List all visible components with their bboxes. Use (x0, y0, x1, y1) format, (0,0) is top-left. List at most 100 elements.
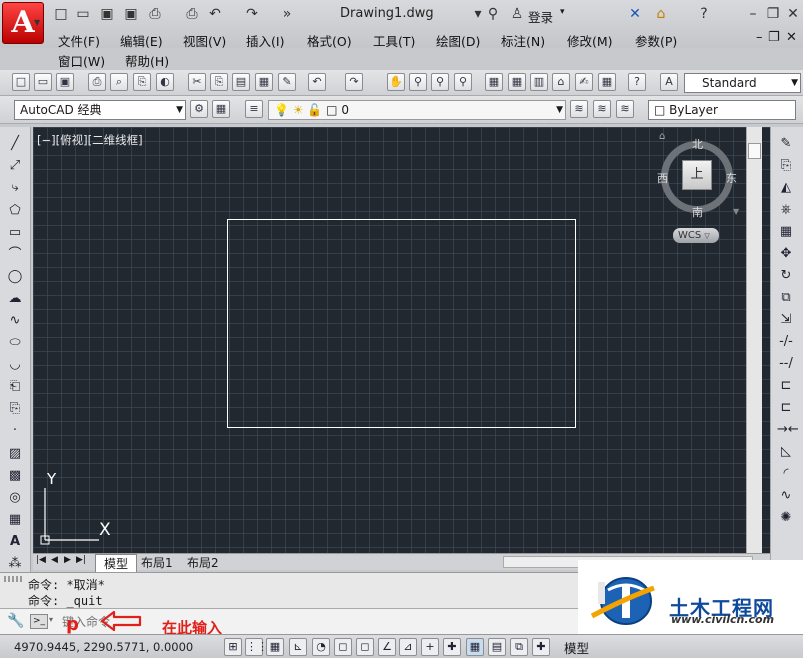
doc-restore-icon[interactable]: ❐ (768, 30, 780, 45)
preview-icon[interactable]: ⌕ (110, 73, 128, 91)
multiline-text-icon[interactable]: A (6, 533, 24, 551)
open-icon[interactable]: ▭ (34, 73, 52, 91)
array-icon[interactable]: ▦ (777, 223, 795, 241)
more-commands-icon[interactable]: » (278, 5, 296, 23)
command-prompt-icon[interactable]: >_ (30, 614, 48, 629)
text-style-combo[interactable]: Standard ▼ (684, 73, 801, 93)
transparency-icon[interactable]: ▦ (466, 638, 484, 656)
publish-icon[interactable]: ⎘ (133, 73, 151, 91)
calculator-icon[interactable]: ▦ (598, 73, 616, 91)
help-icon[interactable]: ? (695, 5, 713, 23)
restore-window-icon[interactable]: ❐ (764, 5, 782, 23)
drawing-canvas[interactable]: [−][俯视][二维线框] ⌂ 上 北 南 东 西 ▼ WCS ▽ Y X (33, 127, 770, 553)
tab-model[interactable]: 模型 (95, 554, 138, 573)
save-as-icon[interactable]: ▣ (122, 5, 140, 23)
undo-icon[interactable]: ↶ (206, 5, 224, 23)
rectangle-icon[interactable]: ▭ (6, 224, 24, 242)
zoom-realtime-icon[interactable]: ⚲ (409, 73, 427, 91)
layer-combo[interactable]: 💡 ☀ 🔓 □ 0 ▼ (268, 100, 566, 120)
insert-block-icon[interactable]: ⎗ (6, 378, 24, 396)
tool-palettes-icon[interactable]: ▥ (530, 73, 548, 91)
close-window-icon[interactable]: ✕ (784, 5, 802, 23)
circle-icon[interactable]: ◯ (6, 268, 24, 286)
wcs-menu[interactable]: WCS ▽ (673, 228, 719, 243)
doc-close-icon[interactable]: ✕ (786, 30, 797, 45)
viewcube-north-label[interactable]: 北 (692, 136, 703, 152)
help-icon[interactable]: ? (628, 73, 646, 91)
menu-parameter[interactable]: 参数(P) (635, 31, 677, 50)
selection-cycling-icon[interactable]: ⧉ (510, 638, 528, 656)
arc-icon[interactable]: ⌒ (6, 246, 24, 264)
gradient-icon[interactable]: ▩ (6, 467, 24, 485)
binoculars-icon[interactable]: ⚲ (484, 5, 502, 23)
region-icon[interactable]: ◎ (6, 489, 24, 507)
menu-help[interactable]: 帮助(H) (125, 51, 169, 70)
zoom-window-icon[interactable]: ⚲ (431, 73, 449, 91)
construction-line-icon[interactable]: ⤢ (6, 157, 24, 175)
erase-icon[interactable]: ✎ (777, 135, 795, 153)
qnew-icon[interactable]: □ (12, 73, 30, 91)
make-current-layer-icon[interactable]: ≋ (570, 100, 588, 118)
viewcube-top-face[interactable]: 上 (682, 160, 712, 190)
block-editor-icon[interactable]: ✎ (278, 73, 296, 91)
login-link[interactable]: 登录 (528, 7, 553, 26)
menu-view[interactable]: 视图(V) (183, 31, 226, 50)
menu-tools[interactable]: 工具(T) (373, 31, 415, 50)
grid-display-icon[interactable]: ▦ (266, 638, 284, 656)
make-block-icon[interactable]: ⎘ (6, 400, 24, 418)
open-file-icon[interactable]: ▭ (74, 5, 92, 23)
chamfer-icon[interactable]: ◺ (777, 443, 795, 461)
layer-properties-icon[interactable]: ≡ (245, 100, 263, 118)
viewcube-menu-icon[interactable]: ▼ (733, 207, 739, 216)
login-dropdown-icon[interactable]: ▾ (560, 7, 565, 17)
plot-icon[interactable]: ⎙ (88, 73, 106, 91)
polygon-icon[interactable]: ⬠ (6, 202, 24, 220)
coordinates-readout[interactable]: 4970.9445, 2290.5771, 0.0000 (14, 640, 193, 654)
new-file-icon[interactable]: □ (52, 5, 70, 23)
print-icon[interactable]: ⎙ (183, 5, 201, 23)
blend-curves-icon[interactable]: ∿ (777, 487, 795, 505)
exchange-icon[interactable]: ✕ (626, 5, 644, 23)
paste-icon[interactable]: ▤ (232, 73, 250, 91)
dynamic-input-icon[interactable]: + (421, 638, 439, 656)
quick-properties-icon[interactable]: ▤ (488, 638, 506, 656)
match-prop-icon[interactable]: ▦ (255, 73, 273, 91)
viewcube-east-label[interactable]: 东 (726, 170, 737, 186)
move-icon[interactable]: ✥ (777, 245, 795, 263)
user-icon[interactable]: ♙ (508, 5, 526, 23)
object-snap-icon[interactable]: ◻ (334, 638, 352, 656)
save-icon[interactable]: ▣ (56, 73, 74, 91)
menu-format[interactable]: 格式(O) (307, 31, 352, 50)
tab-layout1[interactable]: 布局1 (137, 554, 177, 571)
markup-icon[interactable]: ✍ (575, 73, 593, 91)
doc-minimize-icon[interactable]: – (756, 30, 763, 45)
next-tab-arrow-icon[interactable]: ▶ (64, 555, 71, 565)
annotation-monitor-icon[interactable]: ✚ (532, 638, 550, 656)
revision-cloud-icon[interactable]: ☁ (6, 290, 24, 308)
copy-icon[interactable]: ⎘ (210, 73, 228, 91)
sheet-set-icon[interactable]: ⌂ (552, 73, 570, 91)
grip-handle[interactable] (4, 576, 24, 582)
join-icon[interactable]: →← (777, 421, 799, 439)
add-selected-icon[interactable]: ⁂ (6, 555, 24, 573)
scale-icon[interactable]: ⧉ (777, 289, 795, 307)
text-style-icon[interactable]: A (660, 73, 678, 91)
layer-match-icon[interactable]: ≋ (616, 100, 634, 118)
prev-tab-arrow-icon[interactable]: ◀ (51, 555, 58, 565)
viewport-controls-label[interactable]: [−][俯视][二维线框] (37, 132, 143, 148)
design-center-icon[interactable]: ▦ (508, 73, 526, 91)
dynamic-ucs-icon[interactable]: ⊿ (399, 638, 417, 656)
properties-icon[interactable]: ▦ (485, 73, 503, 91)
menu-window[interactable]: 窗口(W) (58, 51, 105, 70)
drawn-rectangle[interactable] (227, 219, 576, 428)
menu-insert[interactable]: 插入(I) (246, 31, 284, 50)
app-menu-arrow-icon[interactable]: ▼ (34, 18, 40, 27)
offset-icon[interactable]: ⎈ (777, 201, 795, 219)
copy-object-icon[interactable]: ⎘ (777, 157, 795, 175)
pan-icon[interactable]: ✋ (387, 73, 405, 91)
zoom-previous-icon[interactable]: ⚲ (454, 73, 472, 91)
workspace-combo[interactable]: AutoCAD 经典 ▼ (14, 100, 186, 120)
workspace-settings-icon[interactable]: ⚙ (190, 100, 208, 118)
minimize-window-icon[interactable]: – (744, 5, 762, 23)
explode-icon[interactable]: ✺ (777, 509, 795, 527)
